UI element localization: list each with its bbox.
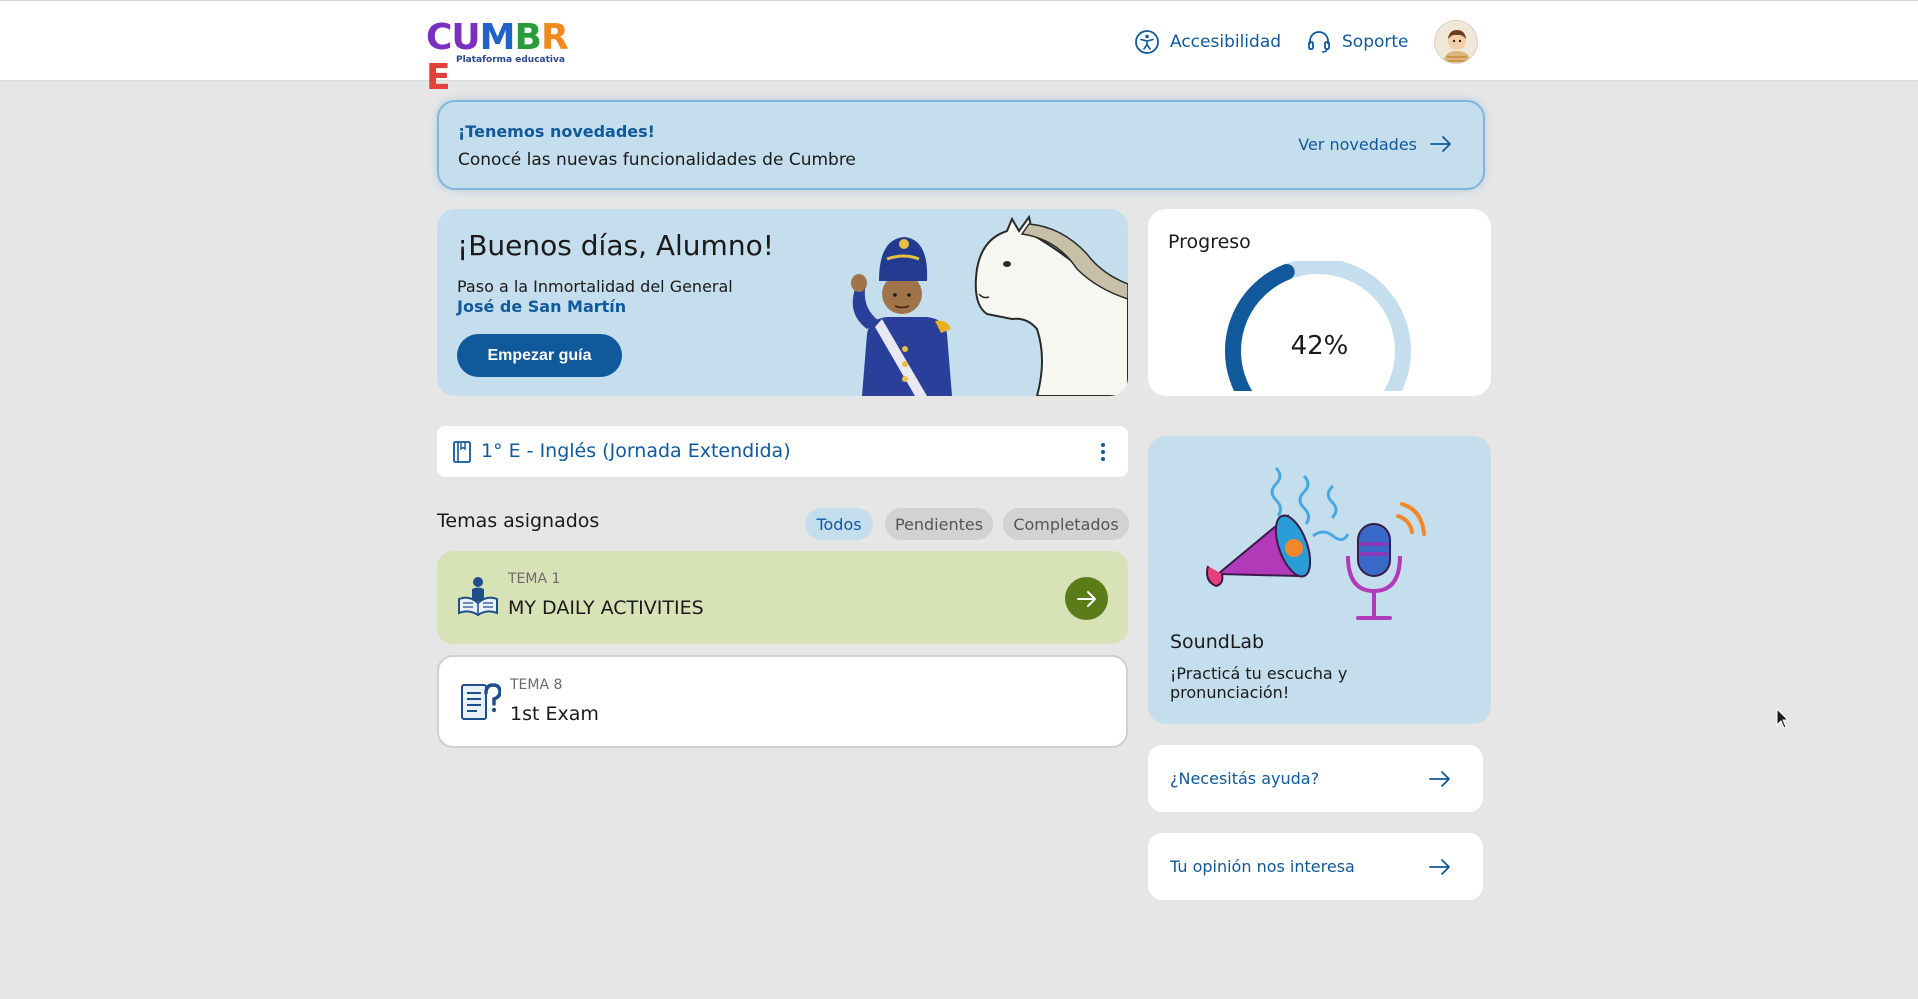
logo-letter: M (479, 17, 516, 58)
accessibility-icon (1135, 30, 1159, 54)
filter-completed[interactable]: Completados (1003, 508, 1129, 540)
topic-name: MY DAILY ACTIVITIES (508, 597, 704, 619)
soundlab-description: ¡Practicá tu escucha y pronunciación! (1170, 664, 1348, 702)
topic-card[interactable]: TEMA 8 1st Exam (437, 655, 1128, 748)
filter-pending[interactable]: Pendientes (885, 508, 993, 540)
filter-all[interactable]: Todos (805, 508, 873, 540)
arrow-right-icon (1076, 590, 1096, 607)
welcome-hero-name: José de San Martín (457, 297, 627, 316)
logo-letter: C (426, 17, 452, 58)
soundlab-card[interactable]: SoundLab ¡Practicá tu escucha y pronunci… (1148, 436, 1491, 724)
help-link-card[interactable]: ¿Necesitás ayuda? (1148, 745, 1483, 812)
welcome-title: ¡Buenos días, Alumno! (457, 229, 774, 262)
user-avatar[interactable] (1434, 20, 1478, 64)
avatar-icon (1435, 21, 1477, 63)
logo-letter: B (514, 17, 541, 58)
start-guide-button[interactable]: Empezar guía (457, 334, 622, 377)
arrow-right-icon (1430, 136, 1451, 152)
more-options-icon[interactable] (1096, 438, 1110, 466)
announcement-banner: ¡Tenemos novedades! Conocé las nuevas fu… (437, 100, 1485, 190)
arrow-right-icon (1429, 859, 1450, 875)
logo-letter: U (451, 17, 480, 58)
arrow-right-icon (1429, 771, 1450, 787)
course-label: 1° E - Inglés (Jornada Extendida) (481, 440, 791, 462)
see-news-link[interactable]: Ver novedades (1298, 134, 1453, 154)
topic-card[interactable]: TEMA 1 MY DAILY ACTIVITIES (437, 551, 1128, 644)
logo-letter: R (540, 17, 569, 58)
topic-number: TEMA 1 (508, 571, 561, 587)
assigned-topics-title: Temas asignados (437, 510, 600, 532)
cumbre-logo[interactable]: CUMBR E Plataforma educativa (426, 17, 578, 98)
feedback-label: Tu opinión nos interesa (1170, 857, 1355, 876)
see-news-label: Ver novedades (1298, 134, 1417, 154)
support-button[interactable]: Soporte (1306, 28, 1409, 56)
announcement-text: Conocé las nuevas funcionalidades de Cum… (458, 150, 856, 170)
progress-card: Progreso 42% (1148, 209, 1491, 396)
exam-question-icon (461, 683, 501, 720)
book-icon (453, 441, 471, 463)
accessibility-button[interactable]: Accesibilidad (1134, 28, 1281, 56)
support-label: Soporte (1342, 32, 1409, 52)
san-martin-illustration (851, 214, 1128, 396)
topic-name: 1st Exam (510, 703, 599, 725)
accessibility-label: Accesibilidad (1170, 32, 1282, 52)
help-label: ¿Necesitás ayuda? (1170, 769, 1320, 788)
megaphone-microphone-illustration (1206, 466, 1426, 620)
open-topic-button[interactable] (1065, 577, 1108, 620)
topic-number: TEMA 8 (510, 677, 563, 693)
mouse-cursor-icon (1776, 708, 1790, 729)
reading-student-icon (458, 577, 498, 617)
progress-value: 42% (1290, 331, 1349, 361)
headset-icon (1308, 31, 1330, 53)
course-selector[interactable]: 1° E - Inglés (Jornada Extendida) (437, 426, 1128, 477)
progress-title: Progreso (1168, 231, 1251, 253)
announcement-title: ¡Tenemos novedades! (458, 122, 655, 141)
welcome-card: ¡Buenos días, Alumno! Paso a la Inmortal… (437, 209, 1128, 396)
progress-gauge (1225, 261, 1411, 391)
feedback-link-card[interactable]: Tu opinión nos interesa (1148, 833, 1483, 900)
logo-letter: E (426, 57, 451, 98)
top-header: CUMBR E Plataforma educativa Accesibilida… (0, 0, 1918, 98)
soundlab-title: SoundLab (1170, 631, 1265, 653)
logo-subtitle: Plataforma educativa (456, 55, 565, 65)
welcome-subtitle: Paso a la Inmortalidad del General (457, 277, 733, 296)
